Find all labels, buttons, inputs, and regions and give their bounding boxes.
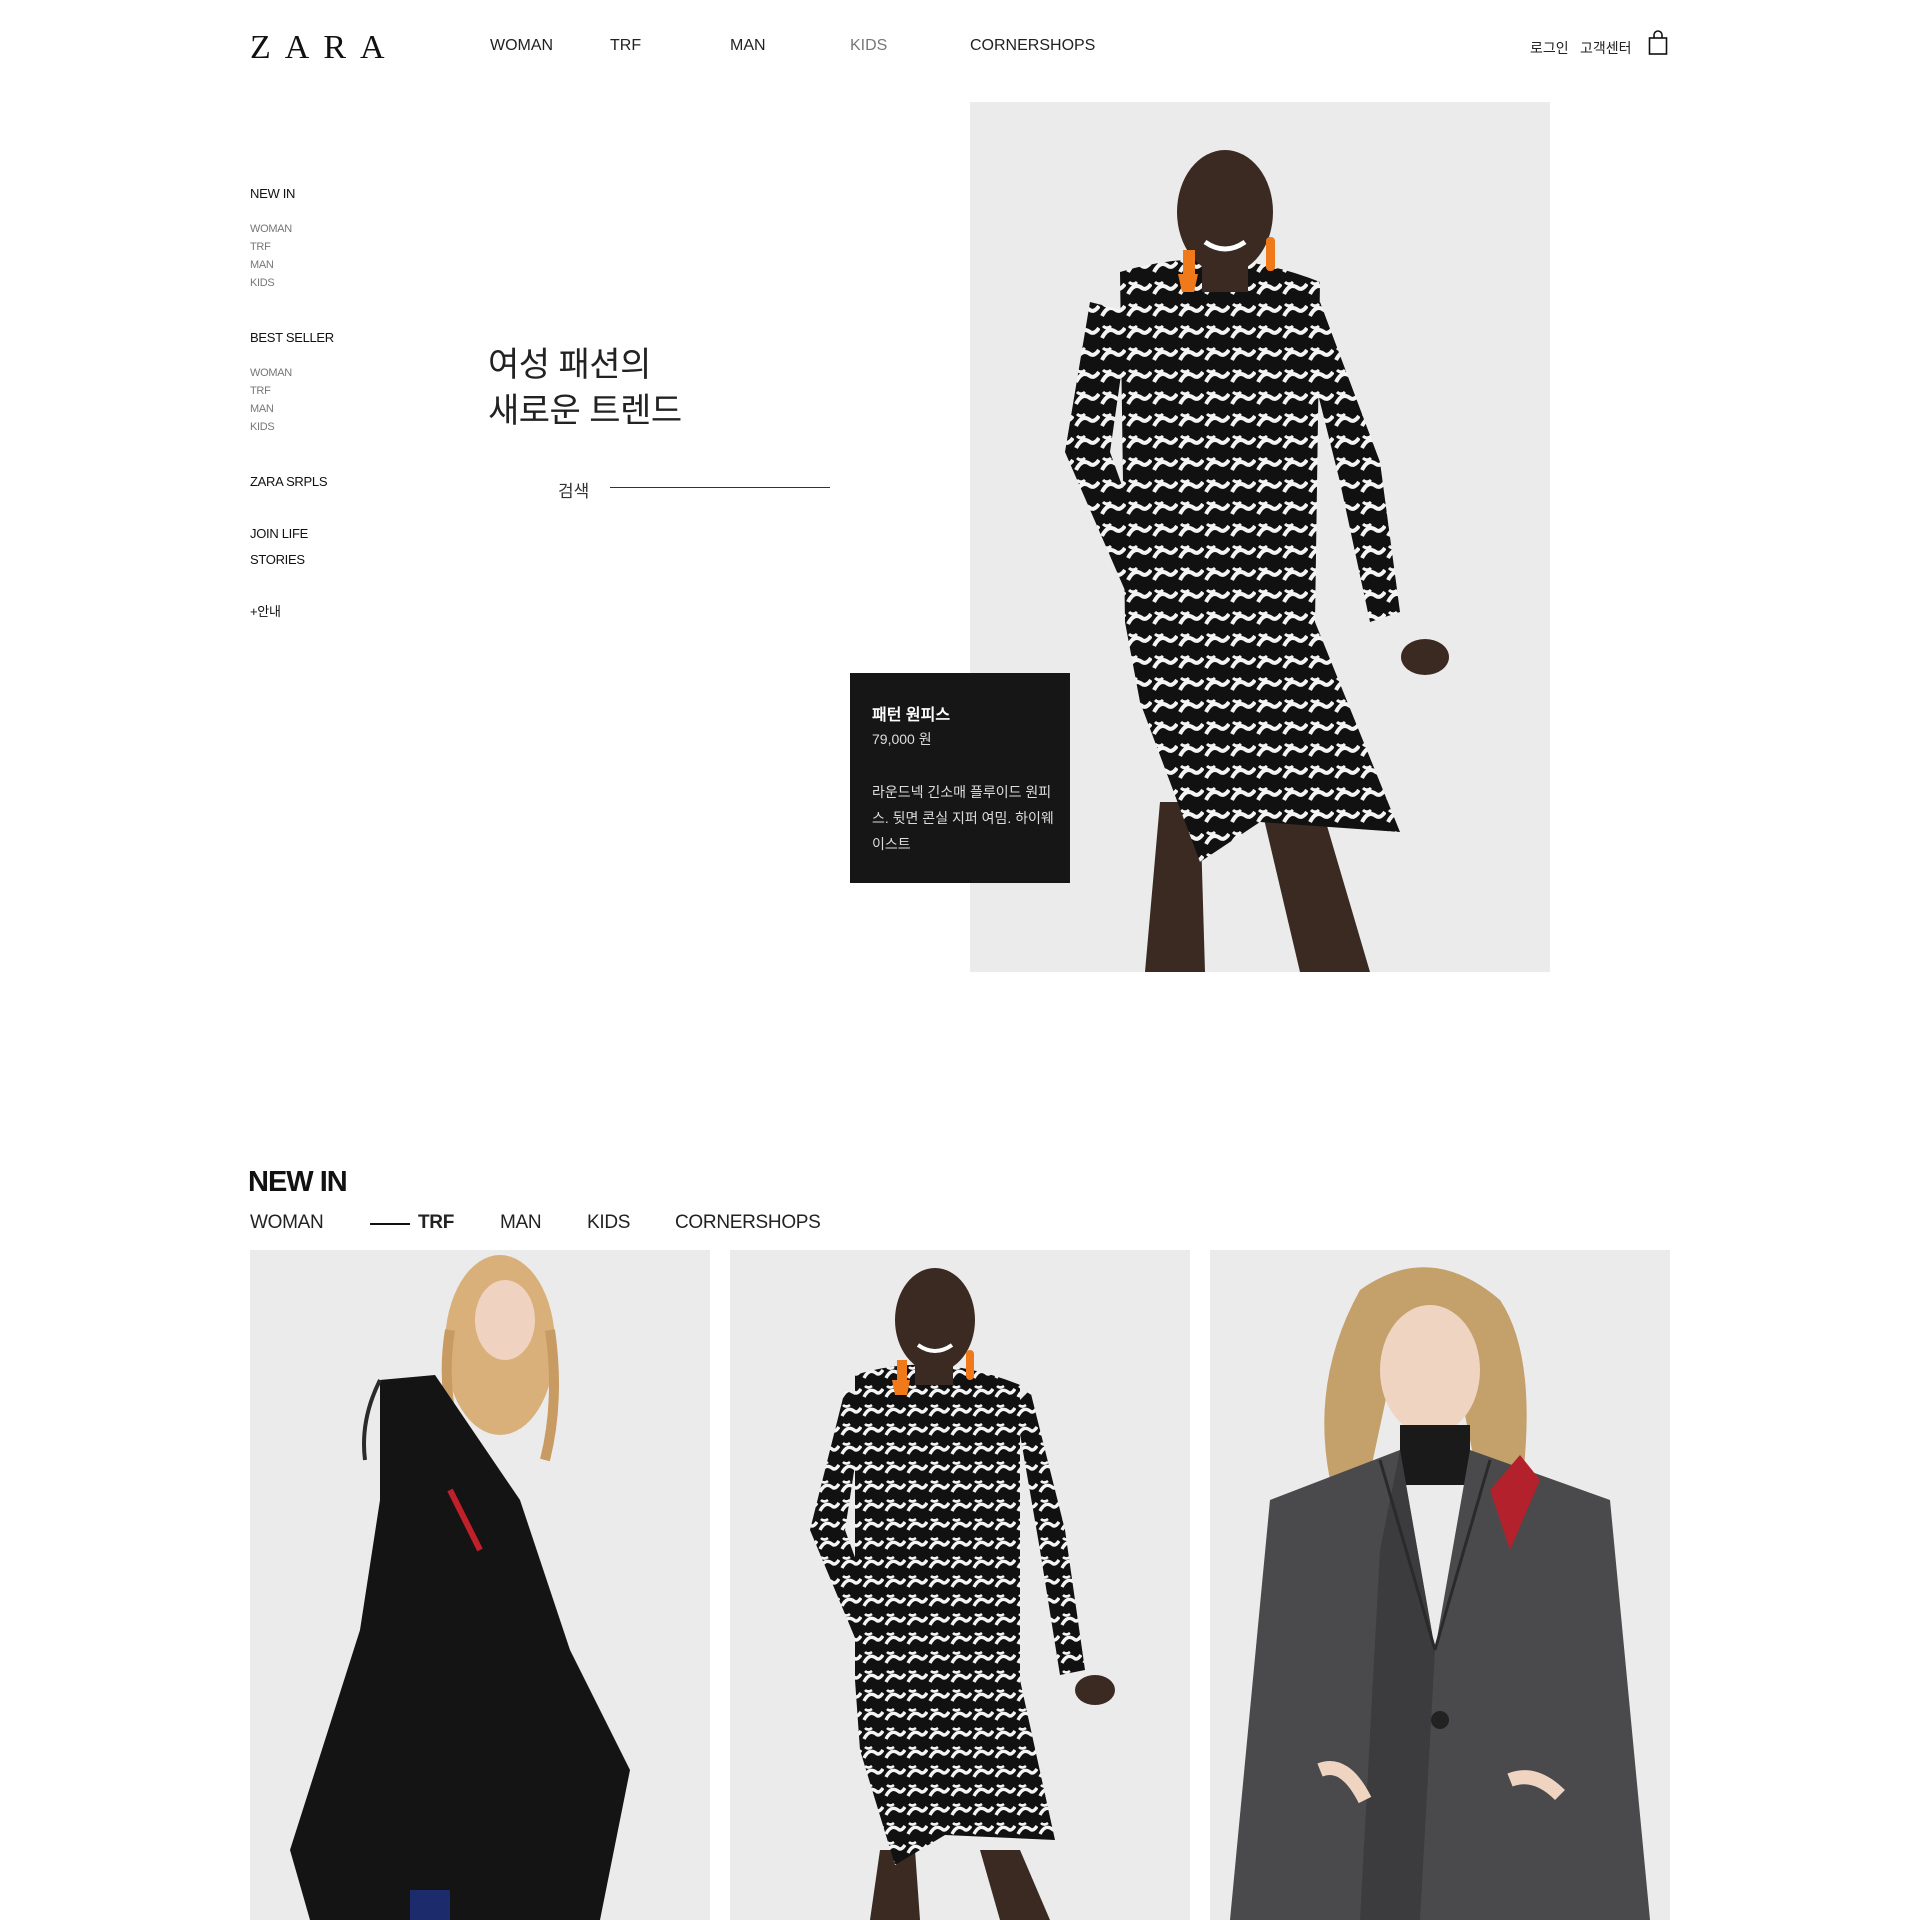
sidebar-best-seller-kids[interactable]: KIDS — [250, 418, 410, 436]
tab-kids[interactable]: KIDS — [587, 1212, 630, 1234]
search-link[interactable]: 검색 — [558, 477, 589, 502]
sidebar-new-in-man[interactable]: MAN — [250, 256, 410, 274]
hero-title-line2: 새로운 트렌드 — [488, 392, 682, 430]
active-tab-indicator — [370, 1223, 410, 1225]
new-in-title: NEW IN — [248, 1166, 348, 1198]
nav-woman[interactable]: WOMAN — [490, 37, 553, 55]
tab-man[interactable]: MAN — [500, 1212, 542, 1234]
hero-title-line1: 여성 패션의 — [488, 346, 651, 384]
product-card-pattern-dress[interactable] — [730, 1250, 1190, 1920]
hero-title: 여성 패션의 새로운 트렌드 — [488, 342, 682, 434]
product-description: 라운드넥 긴소매 플루이드 원피스. 뒷면 콘실 지퍼 여밈. 하이웨이스트 — [872, 784, 1054, 852]
search-underline[interactable] — [610, 487, 830, 488]
sidebar-new-in-trf[interactable]: TRF — [250, 238, 410, 256]
login-link[interactable]: 로그인 — [1530, 38, 1569, 58]
sidebar-best-seller-trf[interactable]: TRF — [250, 382, 410, 400]
shopping-bag-icon[interactable] — [1648, 30, 1668, 56]
nav-trf[interactable]: TRF — [610, 37, 641, 55]
customer-center-link[interactable]: 고객센터 — [1580, 38, 1632, 58]
nav-cornershops[interactable]: CORNERSHOPS — [970, 37, 1095, 55]
zara-logo[interactable]: ZARA — [250, 30, 410, 66]
sidebar-new-in[interactable]: NEW IN — [250, 186, 410, 202]
tab-cornershops[interactable]: CORNERSHOPS — [675, 1212, 821, 1234]
sidebar-info[interactable]: +안내 — [250, 604, 410, 620]
sidebar-best-seller-man[interactable]: MAN — [250, 400, 410, 418]
sidebar-best-seller[interactable]: BEST SELLER — [250, 330, 410, 346]
sidebar-stories[interactable]: STORIES — [250, 552, 410, 568]
sidebar: NEW IN WOMAN TRF MAN KIDS BEST SELLER WO… — [250, 186, 410, 620]
product-card-cape[interactable] — [250, 1250, 710, 1920]
product-price: 79,000 원 — [872, 731, 932, 747]
sidebar-best-seller-woman[interactable]: WOMAN — [250, 364, 410, 382]
tab-woman[interactable]: WOMAN — [250, 1212, 324, 1234]
nav-man[interactable]: MAN — [730, 37, 766, 55]
tab-trf[interactable]: TRF — [418, 1212, 454, 1234]
sidebar-zara-srpls[interactable]: ZARA SRPLS — [250, 474, 410, 490]
sidebar-new-in-kids[interactable]: KIDS — [250, 274, 410, 292]
sidebar-new-in-woman[interactable]: WOMAN — [250, 220, 410, 238]
sidebar-join-life[interactable]: JOIN LIFE — [250, 526, 410, 542]
product-name: 패턴 원피스 — [872, 707, 951, 724]
nav-kids[interactable]: KIDS — [850, 37, 887, 55]
product-card-grey-coat[interactable] — [1210, 1250, 1670, 1920]
product-info-card[interactable]: 패턴 원피스 79,000 원 라운드넥 긴소매 플루이드 원피스. 뒷면 콘실… — [850, 673, 1070, 883]
